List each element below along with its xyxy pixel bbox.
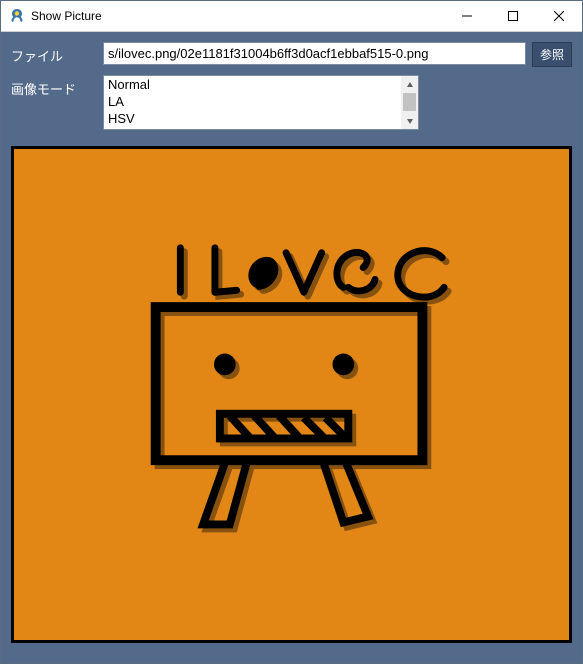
mode-option[interactable]: HSV — [104, 110, 401, 127]
mode-option[interactable]: Normal — [104, 76, 401, 93]
browse-button[interactable]: 参照 — [532, 42, 572, 67]
robot-eye-left — [214, 354, 236, 376]
window-controls — [444, 1, 582, 31]
window-title: Show Picture — [31, 9, 102, 23]
drawing — [14, 149, 569, 640]
mode-option[interactable]: LA — [104, 93, 401, 110]
scroll-track[interactable] — [401, 93, 418, 112]
titlebar: Show Picture — [1, 1, 582, 32]
robot-mouth — [220, 414, 348, 439]
scroll-down-button[interactable] — [401, 112, 418, 129]
canvas-wrap — [11, 146, 572, 653]
scroll-thumb[interactable] — [403, 93, 416, 111]
mode-label: 画像モード — [11, 75, 103, 98]
scroll-up-button[interactable] — [401, 76, 418, 93]
close-button[interactable] — [536, 1, 582, 31]
client-area: ファイル 参照 画像モード Normal LA HSV — [1, 32, 582, 663]
image-mode-options: Normal LA HSV — [104, 76, 401, 129]
maximize-button[interactable] — [490, 1, 536, 31]
image-mode-listbox[interactable]: Normal LA HSV — [103, 75, 419, 130]
file-row: ファイル 参照 — [11, 42, 572, 67]
listbox-scrollbar[interactable] — [401, 76, 418, 129]
file-path-input[interactable] — [103, 42, 526, 65]
app-icon — [9, 8, 25, 24]
file-label: ファイル — [11, 42, 103, 65]
mode-row: 画像モード Normal LA HSV — [11, 75, 572, 130]
robot-eye-right — [332, 354, 354, 376]
minimize-button[interactable] — [444, 1, 490, 31]
image-canvas — [11, 146, 572, 643]
window: Show Picture ファイル 参照 画像モード N — [0, 0, 583, 664]
